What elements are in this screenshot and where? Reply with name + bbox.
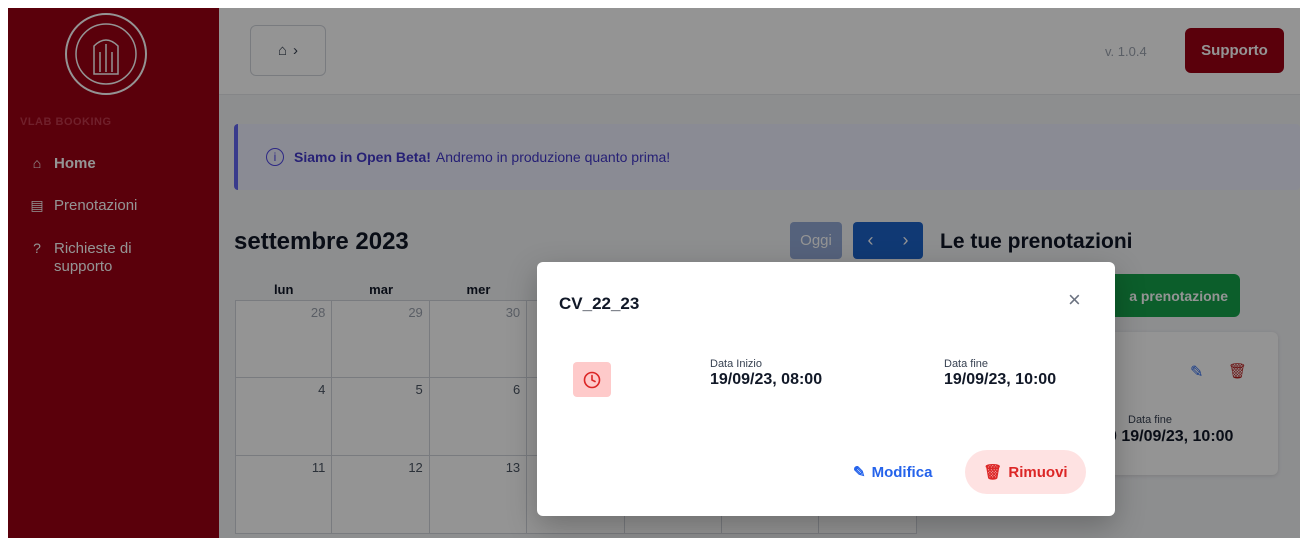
booking-detail-modal: CV_22_23 × Data Inizio 19/09/23, 08:00 D… [537,262,1115,516]
edit-button[interactable]: ✎ Modifica [853,452,932,492]
pencil-icon: ✎ [853,464,866,481]
end-date-value: 19/09/23, 10:00 [944,371,1057,388]
modal-title: CV_22_23 [559,294,640,313]
start-date-value: 19/09/23, 08:00 [710,371,823,388]
end-date-label: Data fine [944,358,989,370]
clock-icon [573,362,611,397]
close-icon[interactable]: × [1068,287,1081,313]
remove-button-label: Rimuovi [1008,463,1068,481]
edit-button-label: Modifica [871,463,933,481]
start-date-label: Data Inizio [710,358,762,370]
trash-icon: 🗑 [983,464,1003,481]
remove-button[interactable]: 🗑 Rimuovi [965,450,1086,494]
